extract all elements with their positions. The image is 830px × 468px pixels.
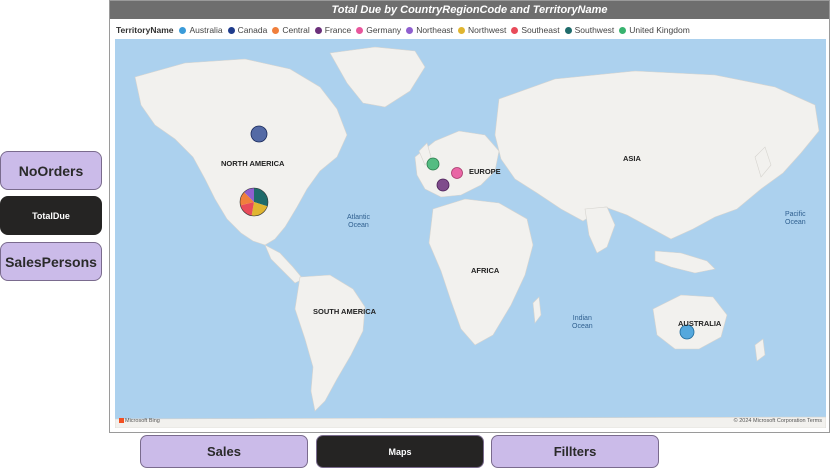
ocean-label-line: Ocean xyxy=(348,222,369,229)
legend-item-germany[interactable]: Germany xyxy=(356,25,401,35)
salespersons-button[interactable]: SalesPersons xyxy=(0,242,102,281)
label-africa: AFRICA xyxy=(471,266,500,275)
legend-dot xyxy=(458,26,466,34)
legend-dot xyxy=(227,26,235,34)
legend-item-southeast[interactable]: Southeast xyxy=(511,25,560,35)
maps-button[interactable]: Maps xyxy=(316,435,484,468)
label-indian-ocean: Indian Ocean xyxy=(572,315,593,331)
legend-dot xyxy=(356,26,364,34)
totaldue-button[interactable]: TotalDue xyxy=(0,196,102,235)
totaldue-button-label: TotalDue xyxy=(32,210,70,221)
landmass-antarctica xyxy=(115,416,826,428)
landmass-north-america xyxy=(134,58,348,246)
ocean-label-line: Indian xyxy=(572,315,592,322)
landmass-indonesia xyxy=(654,250,716,274)
legend-label: Northeast xyxy=(416,25,454,35)
noorders-button-label: NoOrders xyxy=(18,162,84,179)
legend-label: Germany xyxy=(366,25,402,35)
map-canvas[interactable]: NORTH AMERICA EUROPE ASIA AFRICA SOUTH A… xyxy=(115,39,826,428)
legend-dot xyxy=(314,26,322,34)
sales-button[interactable]: Sales xyxy=(140,435,308,468)
legend-title: TerritoryName xyxy=(116,25,174,35)
legend-item-central[interactable]: Central xyxy=(272,25,310,35)
label-atlantic-ocean: Atlantic Ocean xyxy=(347,214,370,230)
legend-label: United Kingdom xyxy=(629,25,690,35)
bubble-germany xyxy=(451,167,463,179)
legend-dot xyxy=(179,26,187,34)
ocean-label-line: Atlantic xyxy=(347,214,370,221)
pie-united-states xyxy=(239,187,269,217)
legend-dot xyxy=(564,26,572,34)
label-australia: AUSTRALIA xyxy=(678,319,722,328)
map-attribution[interactable]: © 2024 Microsoft Corporation Terms xyxy=(734,418,822,424)
legend: TerritoryName Australia Canada Central F… xyxy=(116,23,695,37)
label-pacific-ocean: Pacific Ocean xyxy=(785,211,806,227)
ocean-label-line: Ocean xyxy=(785,219,806,226)
landmass-new-zealand xyxy=(754,338,766,362)
legend-dot xyxy=(406,26,414,34)
legend-label: Southeast xyxy=(521,25,560,35)
legend-label: Northwest xyxy=(468,25,507,35)
landmass-greenland xyxy=(329,46,426,108)
noorders-button[interactable]: NoOrders xyxy=(0,151,102,190)
landmass-asia xyxy=(494,70,820,240)
bubble-united-kingdom xyxy=(426,157,440,171)
label-asia: ASIA xyxy=(623,154,641,163)
label-north-america: NORTH AMERICA xyxy=(221,159,285,168)
legend-item-northwest[interactable]: Northwest xyxy=(458,25,506,35)
legend-item-canada[interactable]: Canada xyxy=(227,25,268,35)
legend-label: Australia xyxy=(189,25,223,35)
map-visual: Total Due by CountryRegionCode and Terri… xyxy=(109,0,830,433)
sales-button-label: Sales xyxy=(207,444,241,459)
legend-dot xyxy=(272,26,280,34)
legend-item-australia[interactable]: Australia xyxy=(179,25,223,35)
landmass-central-america xyxy=(264,244,304,284)
legend-item-united-kingdom[interactable]: United Kingdom xyxy=(619,25,690,35)
bubble-canada xyxy=(250,125,268,143)
ocean-label-line: Pacific xyxy=(785,211,806,218)
ocean-label-line: Ocean xyxy=(572,323,593,330)
legend-item-northeast[interactable]: Northeast xyxy=(406,25,453,35)
legend-dot xyxy=(511,26,519,34)
landmass-south-america xyxy=(294,274,366,412)
legend-label: Southwest xyxy=(574,25,615,35)
bing-logo: Microsoft Bing xyxy=(119,418,160,424)
landmass-india xyxy=(584,206,616,254)
visual-title: Total Due by CountryRegionCode and Terri… xyxy=(110,1,829,19)
microsoft-logo-icon xyxy=(119,418,124,424)
world-map xyxy=(115,46,826,428)
legend-item-southwest[interactable]: Southwest xyxy=(564,25,615,35)
maps-button-label: Maps xyxy=(388,446,412,457)
attribution-left: Microsoft Bing xyxy=(125,418,160,424)
label-europe: EUROPE xyxy=(469,167,501,176)
legend-label: Central xyxy=(282,25,310,35)
report-page: NoOrders TotalDue SalesPersons Total Due… xyxy=(0,0,830,468)
legend-item-france[interactable]: France xyxy=(314,25,352,35)
bubble-france xyxy=(436,178,450,192)
legend-label: Canada xyxy=(237,25,268,35)
legend-label: France xyxy=(324,25,352,35)
salespersons-button-label: SalesPersons xyxy=(5,253,97,270)
legend-dot xyxy=(619,26,627,34)
fillters-button[interactable]: Fillters xyxy=(491,435,659,468)
landmass-madagascar xyxy=(532,296,542,324)
label-south-america: SOUTH AMERICA xyxy=(313,307,377,316)
fillters-button-label: Fillters xyxy=(553,444,597,459)
